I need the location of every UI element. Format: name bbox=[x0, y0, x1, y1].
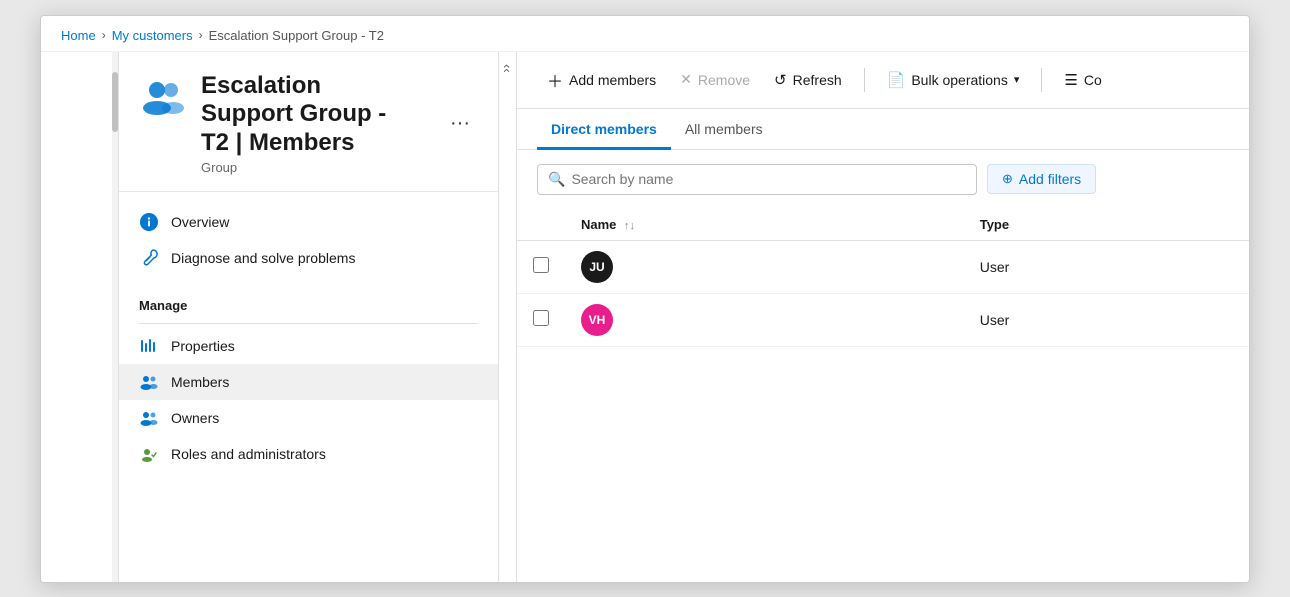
app-window: Home › My customers › Escalation Support… bbox=[40, 15, 1250, 583]
collapse-icon: ‹‹ bbox=[500, 64, 515, 73]
breadcrumb-sep1: › bbox=[102, 28, 106, 42]
more-button[interactable]: ··· bbox=[442, 108, 478, 139]
row-2-type: User bbox=[980, 312, 1010, 328]
search-box: 🔍 bbox=[537, 164, 977, 195]
group-icon bbox=[139, 72, 187, 120]
collapse-handle[interactable]: ‹‹ bbox=[499, 52, 517, 582]
row-2-checkbox-cell bbox=[517, 293, 565, 346]
sidebar-item-owners[interactable]: Owners bbox=[119, 400, 498, 436]
info-icon bbox=[139, 212, 159, 232]
name-column-label: Name bbox=[581, 217, 616, 232]
columns-button[interactable]: ☰ Co bbox=[1054, 65, 1111, 95]
add-icon: ＋ bbox=[547, 68, 563, 92]
row-1-checkbox[interactable] bbox=[533, 257, 549, 273]
breadcrumb-home[interactable]: Home bbox=[61, 28, 96, 43]
add-filters-button[interactable]: ⊕ Add filters bbox=[987, 164, 1096, 194]
manage-section-label: Manage bbox=[119, 288, 498, 319]
search-icon: 🔍 bbox=[548, 171, 565, 188]
add-filters-label: Add filters bbox=[1019, 171, 1081, 187]
filter-icon: ⊕ bbox=[1002, 171, 1013, 187]
sidebar-item-properties[interactable]: Properties bbox=[119, 328, 498, 364]
sidebar-item-owners-label: Owners bbox=[171, 410, 219, 426]
columns-label: Co bbox=[1084, 72, 1102, 88]
table-row: VH User bbox=[517, 293, 1249, 346]
row-1-checkbox-cell bbox=[517, 240, 565, 293]
toolbar-separator-2 bbox=[1041, 68, 1042, 92]
remove-icon: ✕ bbox=[680, 71, 692, 88]
row-1-type: User bbox=[980, 259, 1010, 275]
members-table: Name ↑↓ Type bbox=[517, 209, 1249, 347]
tab-all-members[interactable]: All members bbox=[671, 109, 777, 150]
nav-divider bbox=[139, 323, 478, 324]
members-icon bbox=[139, 372, 159, 392]
properties-icon bbox=[139, 336, 159, 356]
tabs-bar: Direct members All members bbox=[517, 109, 1249, 150]
remove-button[interactable]: ✕ Remove bbox=[670, 65, 760, 94]
sidebar-item-overview-label: Overview bbox=[171, 214, 229, 230]
row-1-name-cell: JU bbox=[565, 240, 964, 293]
sidebar-item-diagnose-label: Diagnose and solve problems bbox=[171, 250, 355, 266]
toolbar-separator-1 bbox=[864, 68, 865, 92]
sidebar-item-properties-label: Properties bbox=[171, 338, 235, 354]
refresh-label: Refresh bbox=[793, 72, 842, 88]
sidebar-item-overview[interactable]: Overview bbox=[119, 204, 498, 240]
row-2-type-cell: User bbox=[964, 293, 1249, 346]
breadcrumb: Home › My customers › Escalation Support… bbox=[41, 16, 1249, 52]
nav-panel: Escalation Support Group - T2 | Members … bbox=[119, 52, 499, 582]
page-subtitle: Group bbox=[201, 160, 418, 175]
type-column-label: Type bbox=[980, 217, 1009, 232]
owners-icon bbox=[139, 408, 159, 428]
content-area: ＋ Add members ✕ Remove ↺ Refresh 📄 Bulk … bbox=[517, 52, 1249, 582]
select-all-header bbox=[517, 209, 565, 241]
add-members-button[interactable]: ＋ Add members bbox=[537, 62, 666, 98]
search-input[interactable] bbox=[571, 171, 966, 187]
header-text: Escalation Support Group - T2 | Members … bbox=[201, 72, 418, 175]
sidebar-item-members[interactable]: Members bbox=[119, 364, 498, 400]
sort-icon: ↑↓ bbox=[624, 220, 635, 232]
wrench-icon bbox=[139, 248, 159, 268]
table-row: JU User bbox=[517, 240, 1249, 293]
row-2-initials: VH bbox=[589, 313, 606, 327]
filter-bar: 🔍 ⊕ Add filters bbox=[517, 150, 1249, 209]
sidebar-item-roles-label: Roles and administrators bbox=[171, 446, 326, 462]
tab-direct-members-label: Direct members bbox=[551, 121, 657, 137]
nav-top-section: Overview Diagnose and solve problems bbox=[119, 192, 498, 288]
bulk-operations-button[interactable]: 📄 Bulk operations ▾ bbox=[877, 65, 1030, 95]
chevron-down-icon: ▾ bbox=[1014, 73, 1020, 86]
breadcrumb-sep2: › bbox=[199, 28, 203, 42]
bulk-operations-label: Bulk operations bbox=[911, 72, 1008, 88]
sidebar-item-diagnose[interactable]: Diagnose and solve problems bbox=[119, 240, 498, 276]
bulk-icon: 📄 bbox=[887, 71, 906, 89]
toolbar: ＋ Add members ✕ Remove ↺ Refresh 📄 Bulk … bbox=[517, 52, 1249, 109]
tab-direct-members[interactable]: Direct members bbox=[537, 109, 671, 150]
page-header: Escalation Support Group - T2 | Members … bbox=[119, 52, 498, 192]
row-1-type-cell: User bbox=[964, 240, 1249, 293]
type-column-header: Type bbox=[964, 209, 1249, 241]
page-title: Escalation Support Group - T2 | Members bbox=[201, 72, 418, 158]
columns-icon: ☰ bbox=[1064, 71, 1077, 89]
row-2-name-cell: VH bbox=[565, 293, 964, 346]
scroll-thumb[interactable] bbox=[112, 72, 118, 132]
tab-all-members-label: All members bbox=[685, 121, 763, 137]
breadcrumb-current: Escalation Support Group - T2 bbox=[209, 28, 384, 43]
scroll-track bbox=[112, 52, 118, 582]
row-1-avatar: JU bbox=[581, 251, 613, 283]
sidebar-item-roles[interactable]: Roles and administrators bbox=[119, 436, 498, 472]
roles-icon bbox=[139, 444, 159, 464]
add-members-label: Add members bbox=[569, 72, 656, 88]
main-layout: Escalation Support Group - T2 | Members … bbox=[41, 52, 1249, 582]
sidebar-item-members-label: Members bbox=[171, 374, 229, 390]
row-1-initials: JU bbox=[589, 260, 604, 274]
row-2-avatar: VH bbox=[581, 304, 613, 336]
remove-label: Remove bbox=[698, 72, 750, 88]
name-column-header[interactable]: Name ↑↓ bbox=[565, 209, 964, 241]
breadcrumb-my-customers[interactable]: My customers bbox=[112, 28, 193, 43]
refresh-button[interactable]: ↺ Refresh bbox=[764, 65, 852, 95]
refresh-icon: ↺ bbox=[774, 71, 787, 89]
row-2-checkbox[interactable] bbox=[533, 310, 549, 326]
table-container: Name ↑↓ Type bbox=[517, 209, 1249, 582]
left-sidebar bbox=[41, 52, 119, 582]
